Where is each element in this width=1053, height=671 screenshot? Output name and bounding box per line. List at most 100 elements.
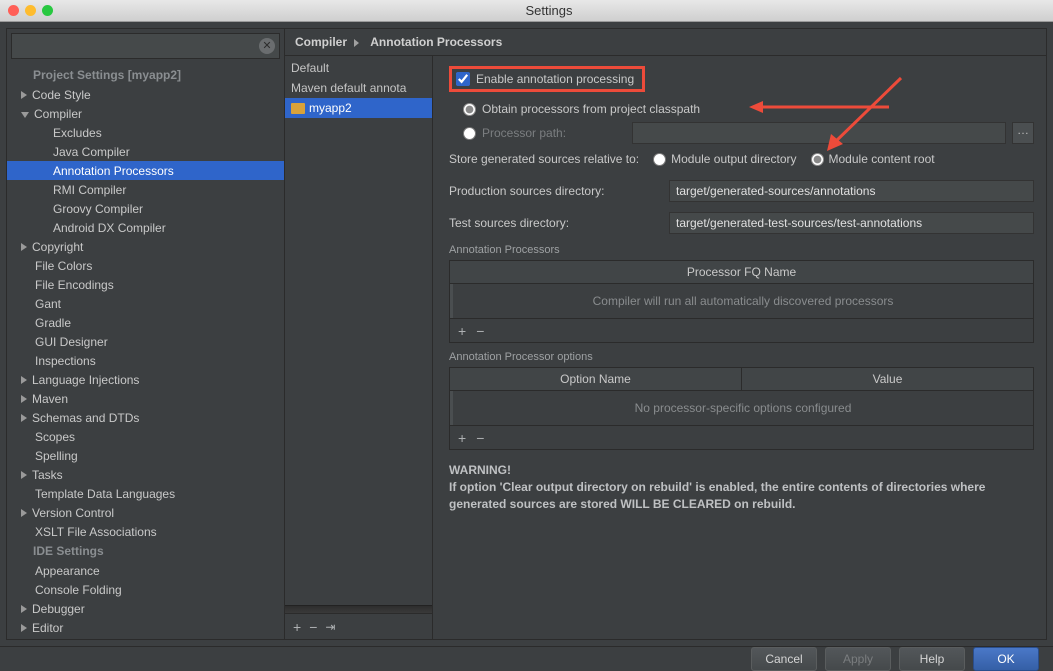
disclosure-triangle-icon[interactable] <box>21 509 27 517</box>
remove-option-button[interactable]: − <box>476 430 484 446</box>
tree-item-console-folding[interactable]: Console Folding <box>7 580 284 599</box>
obtain-from-classpath-radio[interactable] <box>463 103 476 116</box>
tree-item-groovy-compiler[interactable]: Groovy Compiler <box>7 199 284 218</box>
settings-tree-panel: ✕ Project Settings [myapp2] Code Style Com… <box>7 29 285 639</box>
tree-item-label: Console Folding <box>35 583 122 597</box>
disclosure-triangle-icon[interactable] <box>21 471 27 479</box>
tree-item-compiler[interactable]: Compiler <box>7 104 284 123</box>
tree-item-tasks[interactable]: Tasks <box>7 465 284 484</box>
disclosure-triangle-icon[interactable] <box>21 414 27 422</box>
folder-icon <box>291 103 305 114</box>
tree-item-appearance[interactable]: Appearance <box>7 561 284 580</box>
tree-item-annotation-processors[interactable]: Annotation Processors <box>7 161 284 180</box>
tree-item-file-encodings[interactable]: File Encodings <box>7 275 284 294</box>
tree-item-label: Gant <box>35 297 61 311</box>
disclosure-triangle-icon[interactable] <box>21 91 27 99</box>
tree-item-android-dx-compiler[interactable]: Android DX Compiler <box>7 218 284 237</box>
disclosure-triangle-icon[interactable] <box>21 243 27 251</box>
tree-item-editor[interactable]: Editor <box>7 618 284 637</box>
test-sources-field[interactable] <box>669 212 1034 234</box>
scrollbar[interactable] <box>285 605 432 613</box>
processor-fq-name-header: Processor FQ Name <box>450 261 1033 283</box>
tree-item-label: Compiler <box>34 107 82 121</box>
tree-item-label: Debugger <box>32 602 85 616</box>
add-processor-button[interactable]: + <box>458 323 466 339</box>
tree-item-rmi-compiler[interactable]: RMI Compiler <box>7 180 284 199</box>
tree-item-excludes[interactable]: Excludes <box>7 123 284 142</box>
enable-annotation-processing-label: Enable annotation processing <box>476 72 634 86</box>
disclosure-triangle-icon[interactable] <box>21 624 27 632</box>
disclosure-triangle-icon[interactable] <box>21 395 27 403</box>
tree-item-inspections[interactable]: Inspections <box>7 351 284 370</box>
tree-item-copyright[interactable]: Copyright <box>7 237 284 256</box>
move-to-button[interactable]: ⇥ <box>325 620 335 634</box>
add-profile-button[interactable]: + <box>293 619 301 635</box>
processor-path-label: Processor path: <box>482 126 566 140</box>
annotation-processors-table: Processor FQ Name Compiler will run all … <box>449 260 1034 319</box>
zoom-icon[interactable] <box>42 5 53 16</box>
enable-annotation-processing-checkbox[interactable] <box>456 72 470 86</box>
processor-options-empty: No processor-specific options configured <box>450 391 1033 425</box>
tree-item-gui-designer[interactable]: GUI Designer <box>7 332 284 351</box>
processor-path-field[interactable] <box>632 122 1006 144</box>
tree-item-template-data-languages[interactable]: Template Data Languages <box>7 484 284 503</box>
tree-item-label: Appearance <box>35 564 100 578</box>
tree-item-language-injections[interactable]: Language Injections <box>7 370 284 389</box>
tree-item-version-control[interactable]: Version Control <box>7 503 284 522</box>
tree-item-java-compiler[interactable]: Java Compiler <box>7 142 284 161</box>
tree-item-label: Scopes <box>35 430 75 444</box>
tree-item-code-style[interactable]: Code Style <box>7 85 284 104</box>
profile-item-default[interactable]: Default <box>285 58 432 78</box>
tree-item-label: Editor <box>32 621 63 635</box>
module-output-dir-label: Module output directory <box>671 152 796 166</box>
tree-item-label: Schemas and DTDs <box>32 411 139 425</box>
profile-item-label: Maven default annota <box>291 81 406 95</box>
red-arrow-icon <box>749 98 889 116</box>
disclosure-triangle-icon[interactable] <box>21 376 27 384</box>
window-title: Settings <box>53 3 1045 18</box>
close-icon[interactable] <box>8 5 19 16</box>
tree-item-label: File Colors <box>35 259 92 273</box>
cancel-button[interactable]: Cancel <box>751 647 817 671</box>
module-output-dir-radio[interactable] <box>653 153 666 166</box>
tree-item-xslt-file-associations[interactable]: XSLT File Associations <box>7 522 284 541</box>
add-option-button[interactable]: + <box>458 430 466 446</box>
help-button[interactable]: Help <box>899 647 965 671</box>
tree-item-label: Version Control <box>32 506 114 520</box>
tree-item-label: Tasks <box>32 468 63 482</box>
annotation-processors-section-label: Annotation Processors <box>449 244 1034 256</box>
production-sources-field[interactable] <box>669 180 1034 202</box>
minimize-icon[interactable] <box>25 5 36 16</box>
tree-item-maven[interactable]: Maven <box>7 389 284 408</box>
tree-item-gradle[interactable]: Gradle <box>7 313 284 332</box>
tree-item-label: Copyright <box>32 240 83 254</box>
remove-profile-button[interactable]: − <box>309 619 317 635</box>
tree-item-debugger[interactable]: Debugger <box>7 599 284 618</box>
profile-item-maven-default-annota[interactable]: Maven default annota <box>285 78 432 98</box>
titlebar: Settings <box>0 0 1053 22</box>
profile-item-label: Default <box>291 61 329 75</box>
profile-item-myapp2[interactable]: myapp2 <box>285 98 432 118</box>
tree-item-label: Code Style <box>32 88 91 102</box>
disclosure-triangle-icon[interactable] <box>21 605 27 613</box>
tree-item-spelling[interactable]: Spelling <box>7 446 284 465</box>
tree-item-scopes[interactable]: Scopes <box>7 427 284 446</box>
processor-options-table: Option Name Value No processor-specific … <box>449 367 1034 426</box>
tree-item-label: Inspections <box>35 354 96 368</box>
remove-processor-button[interactable]: − <box>476 323 484 339</box>
browse-processor-path-button[interactable]: … <box>1012 122 1034 144</box>
tree-item-gant[interactable]: Gant <box>7 294 284 313</box>
annotation-processor-form: Enable annotation processing Obtain proc… <box>433 56 1046 639</box>
module-content-root-radio[interactable] <box>811 153 824 166</box>
obtain-from-classpath-label: Obtain processors from project classpath <box>482 102 700 116</box>
disclosure-triangle-icon[interactable] <box>21 112 29 118</box>
tree-item-schemas-and-dtds[interactable]: Schemas and DTDs <box>7 408 284 427</box>
tree-item-file-colors[interactable]: File Colors <box>7 256 284 275</box>
clear-search-icon[interactable]: ✕ <box>259 38 275 54</box>
ok-button[interactable]: OK <box>973 647 1039 671</box>
apply-button[interactable]: Apply <box>825 647 891 671</box>
breadcrumb-compiler[interactable]: Compiler <box>295 35 347 49</box>
processor-path-radio[interactable] <box>463 127 476 140</box>
project-settings-header: Project Settings [myapp2] <box>7 65 284 85</box>
settings-search-input[interactable]: ✕ <box>11 33 280 59</box>
